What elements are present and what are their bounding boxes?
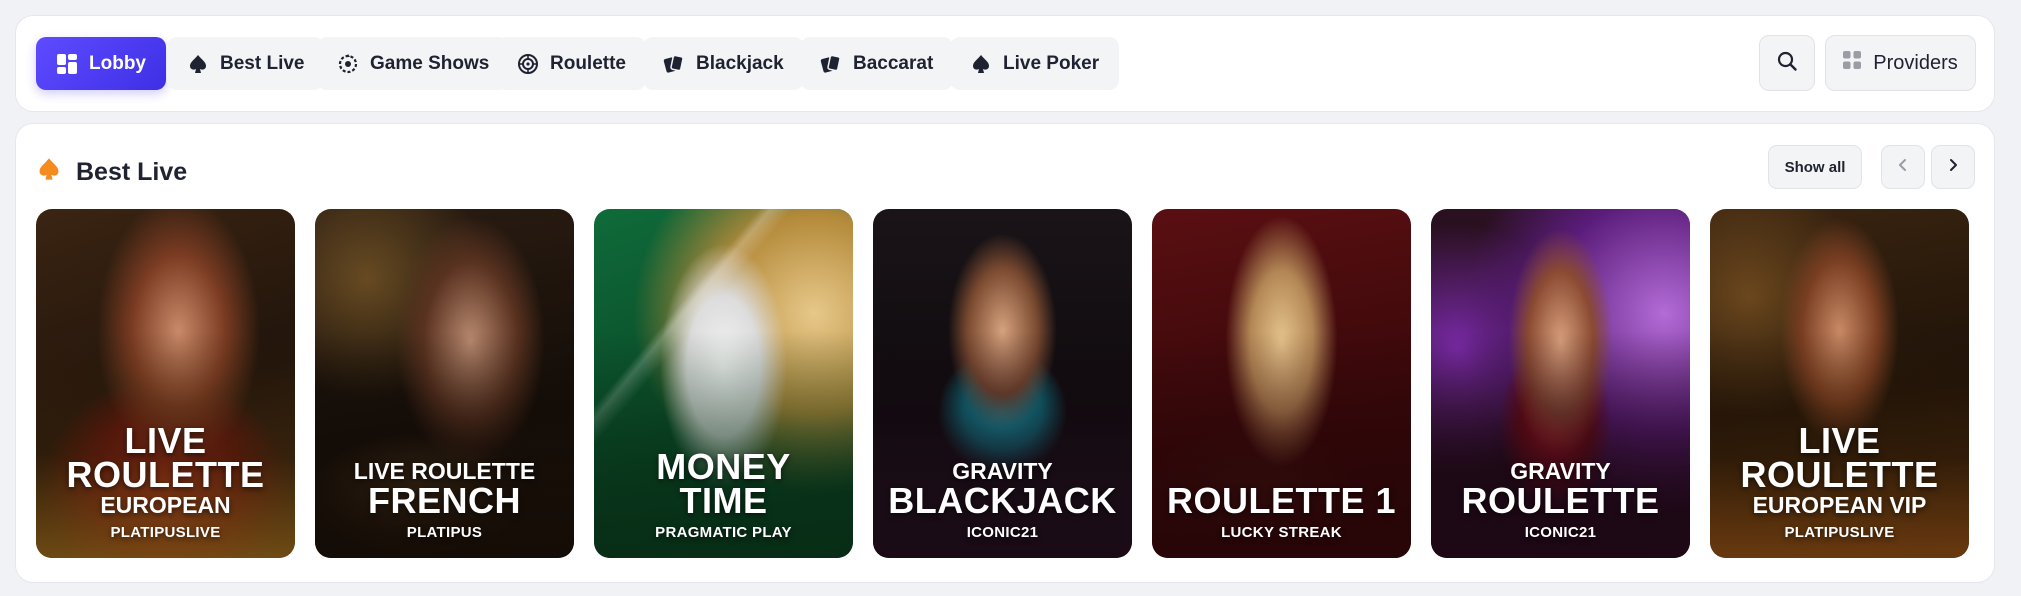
game-card[interactable]: LIVE ROULETTE FRENCH PLATIPUS [315,209,574,558]
wheel-icon [337,53,359,75]
game-title: LIVE ROULETTE FRENCH PLATIPUS [315,458,574,542]
chevron-right-icon [1946,158,1960,177]
tab-label: Best Live [220,52,305,74]
show-all-button[interactable]: Show all [1768,145,1862,189]
game-provider: PLATIPUSLIVE [110,524,221,541]
game-provider: PLATIPUS [406,524,483,541]
search-button[interactable] [1759,35,1815,91]
tab-label: Lobby [89,52,146,74]
providers-label: Providers [1873,51,1958,74]
game-title-line: MONEY [656,446,791,487]
game-card[interactable]: ROULETTE 1 LUCKY STREAK [1152,209,1411,558]
tab-label: Blackjack [696,52,784,74]
game-card[interactable]: LIVE ROULETTE EUROPEAN VIP PLATIPUSLIVE [1710,209,1969,558]
game-title-line: LIVE [124,420,207,461]
game-provider: ICONIC21 [1524,524,1597,541]
game-title: LIVE ROULETTE EUROPEAN PLATIPUSLIVE [36,420,295,542]
section-title: Best Live [76,157,188,186]
game-card[interactable]: MONEY TIME PRAGMATIC PLAY [594,209,853,558]
game-title: LIVE ROULETTE EUROPEAN VIP PLATIPUSLIVE [1710,420,1969,542]
tab-label: Roulette [550,52,626,74]
cards-icon [663,53,685,75]
grid-icon [1843,51,1862,75]
game-title: ROULETTE 1 LUCKY STREAK [1152,480,1411,542]
game-provider: PLATIPUSLIVE [1784,524,1895,541]
tab-lobby[interactable]: Lobby [36,37,166,90]
game-card[interactable]: LIVE ROULETTE EUROPEAN PLATIPUSLIVE [36,209,295,558]
tab-label: Game Shows [370,52,490,74]
cards-icon [820,53,842,75]
best-live-section: Best Live Show all LIVE ROULETTE EUROPEA… [15,123,1995,583]
tab-game-shows[interactable]: Game Shows [317,37,510,90]
game-title-line: TIME [679,480,768,521]
grid-icon [56,53,78,75]
tab-label: Baccarat [853,52,934,74]
tab-live-poker[interactable]: Live Poker [950,37,1120,90]
tab-baccarat[interactable]: Baccarat [800,37,954,90]
game-title-line: ROULETTE [66,454,265,495]
game-card[interactable]: GRAVITY BLACKJACK ICONIC21 [873,209,1132,558]
game-title-line: FRENCH [368,480,521,521]
next-button[interactable] [1931,145,1975,189]
tab-label: Live Poker [1003,52,1100,74]
tab-roulette[interactable]: Roulette [497,37,646,90]
roulette-icon [517,53,539,75]
game-title-line: ROULETTE 1 [1166,480,1396,521]
game-provider: LUCKY STREAK [1221,524,1342,541]
game-title: GRAVITY ROULETTE ICONIC21 [1431,458,1690,542]
spade-icon [187,53,209,75]
providers-button[interactable]: Providers [1825,35,1976,91]
game-title: GRAVITY BLACKJACK ICONIC21 [873,458,1132,542]
tab-best-live[interactable]: Best Live [167,37,325,90]
section-header: Best Live [36,152,187,192]
game-provider: PRAGMATIC PLAY [655,524,792,541]
prev-button[interactable] [1881,145,1925,189]
game-title-line: BLACKJACK [888,480,1117,521]
game-title-line: LIVE [1798,420,1881,461]
tab-blackjack[interactable]: Blackjack [643,37,804,90]
spade-icon [970,53,992,75]
game-title-line: EUROPEAN [100,492,231,518]
game-provider: ICONIC21 [966,524,1039,541]
game-title: MONEY TIME PRAGMATIC PLAY [594,446,853,542]
top-nav-bar: Lobby Best Live Game Shows Roulette Blac… [15,15,1995,112]
game-title-line: ROULETTE [1461,480,1660,521]
game-card[interactable]: GRAVITY ROULETTE ICONIC21 [1431,209,1690,558]
search-icon [1776,50,1798,77]
spade-icon [36,156,62,189]
game-title-line: ROULETTE [1740,454,1939,495]
chevron-left-icon [1896,158,1910,177]
game-title-line: EUROPEAN VIP [1752,492,1927,518]
